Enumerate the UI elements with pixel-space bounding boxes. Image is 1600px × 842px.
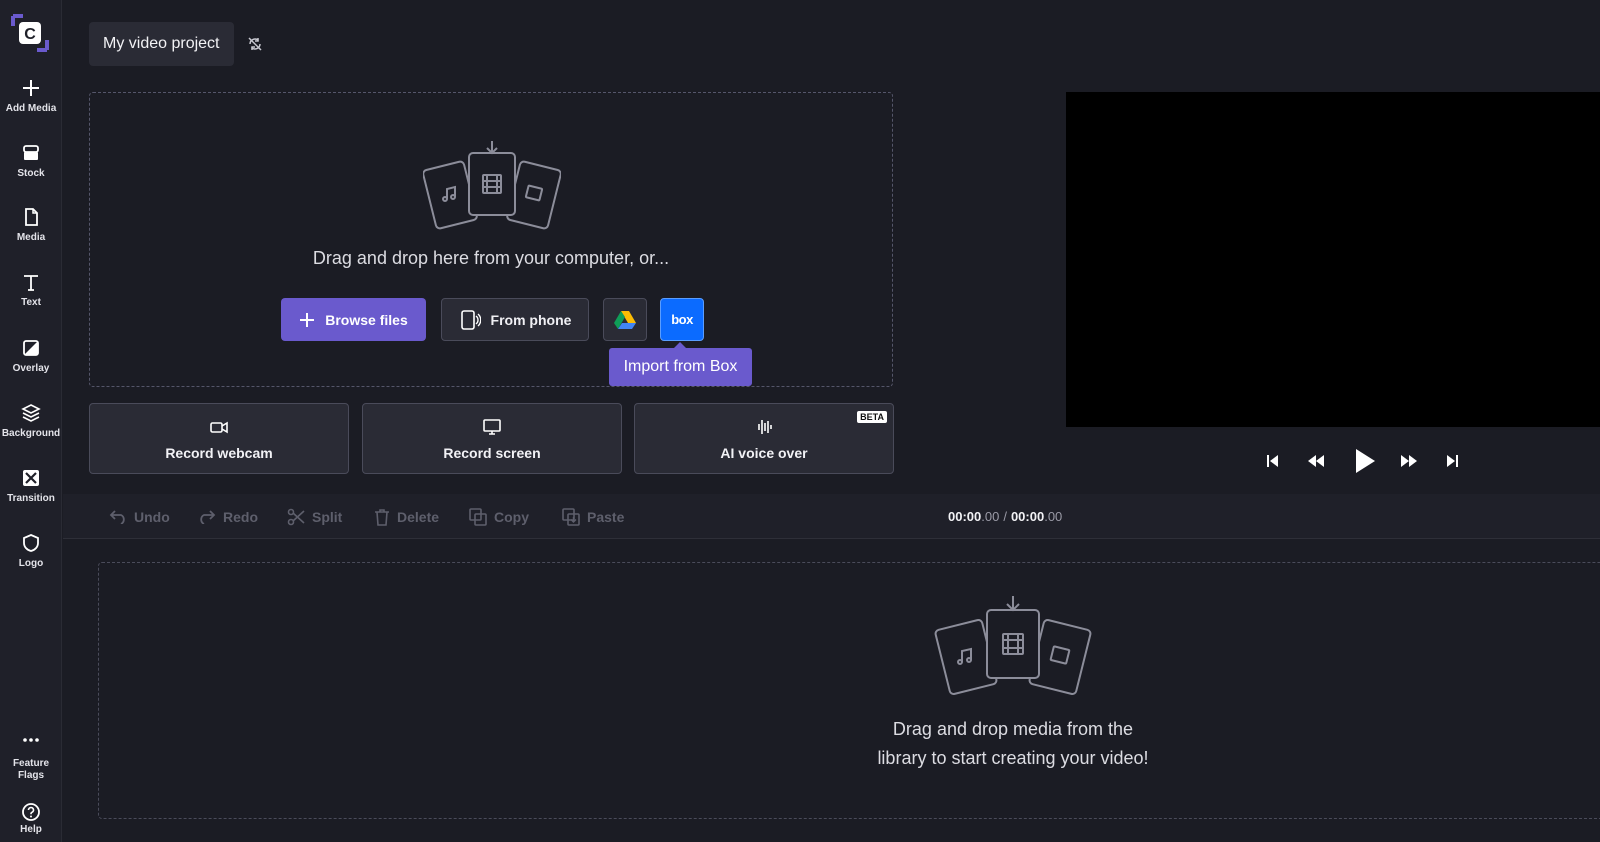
trash-icon — [375, 508, 389, 526]
record-screen-button[interactable]: Record screen — [362, 403, 622, 474]
box-tooltip: Import from Box — [609, 342, 752, 386]
sidebar-item-label: Overlay — [12, 363, 50, 374]
record-screen-label: Record screen — [443, 444, 541, 461]
timeline-instructions: Drag and drop media from the library to … — [859, 715, 1167, 773]
paste-button[interactable]: Paste — [562, 494, 624, 539]
timeline-toolbar: Undo Redo Split Delete Copy Paste 00:00.… — [63, 494, 1600, 539]
sidebar-item-label: Feature Flags — [12, 758, 50, 781]
transition-icon — [23, 470, 39, 486]
sidebar-item-add-media[interactable]: Add Media — [0, 78, 62, 132]
fast-forward-icon[interactable] — [1400, 454, 1418, 468]
redo-button[interactable]: Redo — [198, 494, 258, 539]
redo-label: Redo — [223, 508, 258, 525]
monitor-icon — [483, 418, 501, 435]
plus-icon — [23, 80, 39, 96]
total-time-fraction: .00 — [1044, 509, 1063, 524]
sidebar-item-text[interactable]: Text — [0, 272, 62, 326]
shield-icon — [23, 534, 39, 552]
copy-label: Copy — [494, 508, 529, 525]
current-time: 00:00 — [948, 509, 982, 524]
total-time: 00:00 — [1010, 509, 1045, 524]
video-preview[interactable] — [1066, 92, 1600, 427]
from-phone-label: From phone — [490, 311, 572, 328]
google-drive-icon — [614, 310, 636, 329]
skip-to-end-icon[interactable] — [1445, 454, 1459, 468]
media-upload-illustration — [934, 596, 1092, 695]
sidebar-item-label: Media — [16, 232, 46, 243]
play-icon[interactable] — [1354, 448, 1376, 474]
timeline-instructions-line2: library to start creating your video! — [877, 748, 1149, 768]
phone-icon — [460, 309, 481, 330]
sidebar-item-label: Logo — [18, 558, 44, 569]
sidebar-item-stock[interactable]: Stock — [0, 143, 62, 197]
paste-icon — [562, 507, 580, 526]
timecode: 00:00.00/00:00.00 — [948, 494, 1062, 539]
browse-files-label: Browse files — [325, 311, 408, 328]
media-dropzone[interactable]: Drag and drop here from your computer, o… — [89, 92, 893, 387]
delete-label: Delete — [397, 508, 440, 525]
split-button[interactable]: Split — [287, 494, 342, 539]
copy-button[interactable]: Copy — [469, 494, 529, 539]
layers-icon — [21, 404, 41, 422]
stock-icon — [23, 145, 39, 160]
sidebar-item-feature-flags[interactable]: Feature Flags — [0, 730, 62, 792]
sidebar-item-overlay[interactable]: Overlay — [0, 338, 62, 392]
sync-off-icon[interactable] — [247, 36, 263, 52]
undo-icon — [109, 509, 125, 524]
copy-icon — [469, 507, 487, 526]
project-title-input[interactable]: My video project — [89, 22, 234, 66]
more-icon — [23, 738, 39, 742]
split-label: Split — [312, 508, 343, 525]
sidebar-item-logo[interactable]: Logo — [0, 533, 62, 587]
timeline-instructions-line1: Drag and drop media from the — [892, 719, 1134, 739]
undo-label: Undo — [134, 508, 170, 525]
record-webcam-button[interactable]: Record webcam — [89, 403, 349, 474]
box-logo-label: box — [671, 312, 693, 327]
waveform-icon — [758, 419, 772, 434]
paste-label: Paste — [587, 508, 625, 525]
ai-voice-over-button[interactable]: BETA AI voice over — [634, 403, 894, 474]
sidebar-item-label: Help — [20, 824, 42, 835]
media-upload-illustration — [423, 141, 561, 230]
current-time-fraction: .00 — [981, 509, 1000, 524]
beta-badge: BETA — [857, 411, 887, 423]
undo-button[interactable]: Undo — [109, 494, 170, 539]
file-icon — [25, 208, 38, 226]
help-icon — [22, 803, 40, 821]
delete-button[interactable]: Delete — [374, 494, 439, 539]
app-logo[interactable]: C — [11, 14, 49, 52]
dropzone-instructions: Drag and drop here from your computer, o… — [312, 248, 670, 268]
sidebar: C Add Media Stock Media Text Overlay Bac… — [0, 0, 62, 842]
sidebar-item-help[interactable]: Help — [0, 802, 62, 842]
scissors-icon — [287, 508, 305, 525]
rewind-icon[interactable] — [1307, 454, 1325, 468]
sidebar-item-label: Stock — [17, 168, 45, 179]
svg-text:C: C — [24, 26, 36, 43]
sidebar-item-background[interactable]: Background — [0, 403, 62, 457]
overlay-icon — [23, 340, 39, 356]
box-import-button[interactable]: box — [660, 298, 704, 341]
from-phone-button[interactable]: From phone — [441, 298, 589, 341]
timeline-dropzone[interactable]: Drag and drop media from the library to … — [98, 562, 1600, 819]
skip-to-start-icon[interactable] — [1266, 454, 1280, 468]
webcam-icon — [210, 421, 228, 433]
google-drive-button[interactable] — [603, 298, 647, 341]
time-separator: / — [1003, 509, 1007, 524]
record-webcam-label: Record webcam — [165, 444, 273, 461]
sidebar-item-label: Transition — [7, 493, 55, 504]
sidebar-item-transition[interactable]: Transition — [0, 468, 62, 522]
plus-icon — [300, 312, 315, 327]
ai-voice-over-label: AI voice over — [720, 444, 808, 461]
sidebar-item-label: Text — [21, 297, 41, 308]
redo-icon — [200, 509, 216, 524]
sidebar-item-label: Background — [1, 428, 61, 439]
browse-files-button[interactable]: Browse files — [281, 298, 426, 341]
sidebar-item-media[interactable]: Media — [0, 207, 62, 261]
text-icon — [24, 275, 38, 291]
player-controls — [1262, 448, 1462, 476]
sidebar-item-label: Add Media — [5, 103, 57, 114]
